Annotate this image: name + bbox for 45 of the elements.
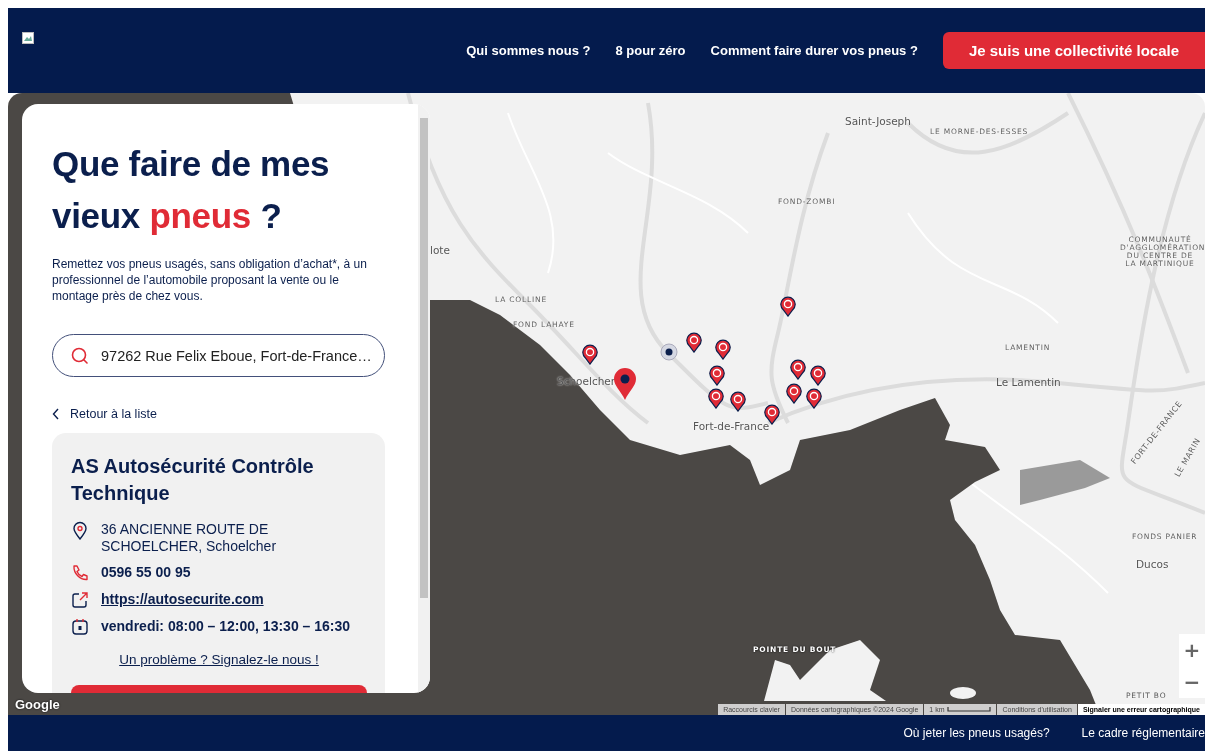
footer-link[interactable]: Le cadre réglementaire	[1081, 726, 1205, 740]
map-label: Ducos	[1136, 558, 1169, 570]
scale-bar-icon	[947, 707, 992, 712]
place-name: AS Autosécurité Contrôle Technique	[71, 454, 315, 506]
nav-link[interactable]: Comment faire durer vos pneus ?	[710, 43, 918, 58]
calendar-icon	[71, 618, 89, 636]
nav-link[interactable]: Qui sommes nous ?	[466, 43, 591, 58]
page-title: Que faire de mes vieux pneus ?	[52, 143, 331, 237]
map-pin-icon[interactable]	[613, 367, 637, 401]
external-link-icon	[71, 591, 89, 609]
map-label: Saint-Joseph	[845, 115, 911, 127]
map-pin-icon[interactable]	[786, 383, 802, 404]
report-link[interactable]: Un problème ? Signalez-le nous !	[119, 652, 319, 667]
map-pin-icon[interactable]	[790, 359, 806, 380]
intro-text: Remettez vos pneus usagés, sans obligation d’achat*, à un professionnel de l’automobile proposant la vente ou le montage près de chez vous.	[52, 256, 368, 304]
back-link[interactable]: Retour à la liste	[52, 407, 157, 421]
map-logo: Google	[15, 697, 60, 712]
phone-icon	[71, 564, 89, 582]
map-pin-icon[interactable]	[715, 339, 731, 360]
broken-image-icon	[22, 32, 34, 44]
map-pin-icon[interactable]	[780, 296, 796, 317]
map-pin-icon[interactable]	[686, 332, 702, 353]
opening-hours: vendredi: 08:00 – 12:00, 13:30 – 16:30	[101, 618, 351, 635]
map-pin-icon[interactable]	[582, 344, 598, 365]
scrollbar[interactable]	[418, 104, 430, 693]
search-icon	[70, 346, 90, 366]
location-dot-icon	[660, 343, 678, 361]
map-pin-icon[interactable]	[806, 388, 822, 409]
map-pin-icon[interactable]	[810, 365, 826, 386]
map-pin-icon[interactable]	[730, 391, 746, 412]
chevron-left-icon	[52, 408, 60, 420]
address-text: 36 ANCIENNE ROUTE DE SCHOELCHER, Schoelcher	[101, 521, 278, 555]
islet-drawing	[950, 687, 976, 699]
phone-number: 0596 55 00 95	[101, 564, 191, 581]
collectivity-button[interactable]: Je suis une collectivité locale	[942, 32, 1205, 69]
map-pin-icon[interactable]	[709, 365, 725, 386]
map-label: Le Lamentin	[996, 376, 1061, 388]
map-pin-icon[interactable]	[708, 388, 724, 409]
nav-link[interactable]: 8 pour zéro	[615, 43, 686, 58]
website-link[interactable]: https://autosecurite.com	[101, 591, 264, 608]
map-label: lote	[430, 244, 450, 256]
footer-link[interactable]: Où jeter les pneus usagés?	[903, 726, 1050, 740]
map-label: Fort-de-France	[693, 420, 770, 432]
location-pin-icon	[71, 521, 89, 541]
address-search-field[interactable]: 97262 Rue Felix Eboue, Fort-de-France…	[52, 334, 385, 377]
